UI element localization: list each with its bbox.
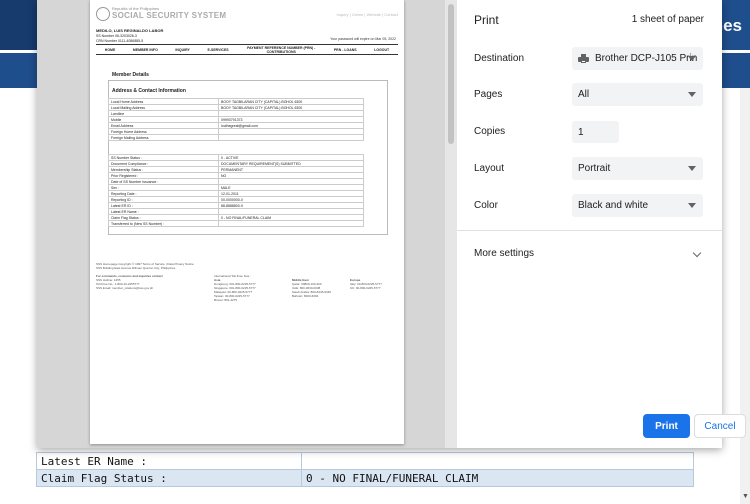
preview-menu-item: PRN - LOANS (333, 47, 357, 52)
preview-contact-table: Local Home Address BOOY TAGBILARAN CITY (… (108, 98, 364, 141)
preview-menu: HOME MEMBER INFO INQUIRY E-SERVICES PAYM… (96, 44, 398, 55)
layout-value: Portrait (578, 163, 611, 174)
copies-label: Copies (474, 126, 506, 137)
table-cell-value (301, 452, 694, 470)
member-details-table: Latest ER Name : Claim Flag Status : 0 -… (36, 452, 694, 487)
more-settings-toggle[interactable]: More settings (474, 248, 704, 262)
preview-menu-item: MEMBER INFO (132, 47, 158, 52)
page-scrollbar[interactable]: ▼ (740, 88, 750, 504)
scroll-down-icon[interactable]: ▼ (742, 493, 749, 500)
preview-menu-item: PAYMENT REFERENCE NUMBER (PRN) - CONTRIB… (247, 45, 316, 54)
preview-sub-title: Address & Contact Information (112, 88, 186, 94)
preview-header: Republic of the Philippines SOCIAL SECUR… (96, 6, 398, 24)
preview-footer-contact-line: SSS Email: member_relations@sss.gov.ph (96, 286, 154, 290)
pages-value: All (578, 89, 590, 100)
preview-footer-contact: For comments, concerns and inquiries con… (96, 274, 163, 290)
site-logo (0, 0, 38, 50)
cancel-button[interactable]: Cancel (694, 414, 746, 438)
chevron-down-icon (688, 166, 696, 171)
destination-select[interactable]: Brother DCP-J105 Prin (572, 47, 703, 70)
table-cell-label: Latest ER Name : (36, 452, 302, 470)
table-cell-label: Transferred to (New SS Number) : (108, 220, 219, 227)
preview-scroll-thumb[interactable] (448, 4, 454, 144)
chevron-down-icon (688, 203, 696, 208)
table-row: Latest ER Name : (36, 452, 694, 470)
table-cell-value (218, 220, 364, 227)
more-settings-label: More settings (474, 248, 535, 259)
panel-divider (457, 230, 722, 231)
printer-icon (578, 54, 589, 63)
layout-label: Layout (474, 163, 505, 174)
preview-footer-col-line: Brunei: 801-4275 (214, 298, 238, 302)
color-label: Color (474, 200, 498, 211)
preview-status-table: SS Number Status :0 - ACTIVE Document Co… (108, 154, 364, 227)
preview-footer-col-line: Bahrain: 8000-6094 (292, 294, 319, 298)
preview-expire-notice: Your password will expire on Mar 05, 202… (330, 37, 396, 41)
preview-top-links: Inquiry | Online | Website | Contact (336, 12, 398, 17)
sss-logo-icon (96, 7, 110, 21)
copies-input[interactable]: 1 (572, 121, 619, 143)
print-title: Print (474, 13, 499, 27)
print-settings-panel: Print 1 sheet of paper Destination Broth… (457, 0, 746, 448)
preview-user-info: MEDILO, LUIS REGINALDO LABOR SS Number 0… (96, 28, 163, 44)
table-row: Claim Flag Status : 0 - NO FINAL/FUNERAL… (36, 469, 694, 487)
preview-footer-col: Europe Italy: 00-800-0225-5777 UK: 00-80… (350, 274, 382, 290)
preview-menu-item: INQUIRY (175, 47, 190, 52)
preview-crn-number: CRN Number 0111-4086885-5 (96, 39, 144, 43)
preview-footer-line: SSS Building East Avenue Diliman Quezon … (96, 266, 176, 270)
print-dialog: Republic of the Philippines SOCIAL SECUR… (37, 0, 746, 448)
preview-section-title: Member Details (112, 72, 149, 78)
preview-scrollbar[interactable] (445, 0, 457, 448)
table-row: Transferred to (New SS Number) : (108, 220, 364, 227)
copies-value: 1 (578, 126, 584, 138)
color-select[interactable]: Black and white (572, 194, 703, 217)
preview-footer-col: Middle East Qatar: 00800-100-260 UAE: 80… (292, 274, 331, 298)
table-cell-label: Claim Flag Status : (36, 469, 302, 487)
preview-menu-item: E-SERVICES (207, 47, 229, 52)
pages-select[interactable]: All (572, 83, 703, 106)
color-value: Black and white (578, 200, 649, 211)
preview-menu-item: HOME (104, 47, 116, 52)
table-cell-value (218, 134, 364, 141)
preview-footer-intl: International Toll-Free Nos.: Asia Hongk… (214, 274, 256, 302)
preview-menu-item: LOGOUT (374, 47, 390, 52)
preview-ss-number: SS Number 06-3203026-3 (96, 34, 137, 38)
chevron-down-icon (688, 56, 696, 61)
table-row: Foreign Mailing Address (108, 134, 364, 141)
print-button[interactable]: Print (643, 414, 690, 438)
preview-footer: SSS Homepage Copyright © 1997 Terms of S… (96, 262, 398, 302)
table-cell-value: 0 - NO FINAL/FUNERAL CLAIM (301, 469, 694, 487)
pages-label: Pages (474, 89, 503, 100)
layout-select[interactable]: Portrait (572, 157, 703, 180)
destination-label: Destination (474, 53, 525, 64)
preview-user-name: MEDILO, LUIS REGINALDO LABOR (96, 28, 164, 33)
preview-org-name: SOCIAL SECURITY SYSTEM (112, 11, 227, 20)
table-cell-label: Foreign Mailing Address (108, 134, 219, 141)
print-preview-area: Republic of the Philippines SOCIAL SECUR… (37, 0, 457, 448)
preview-footer-col-line: UK: 00-800-0225-5777 (350, 286, 381, 290)
sheet-count: 1 sheet of paper (631, 14, 704, 25)
destination-value: Brother DCP-J105 Prin (595, 53, 698, 64)
expand-chevron-icon (692, 248, 702, 258)
chevron-down-icon (688, 92, 696, 97)
preview-page: Republic of the Philippines SOCIAL SECUR… (90, 0, 404, 444)
